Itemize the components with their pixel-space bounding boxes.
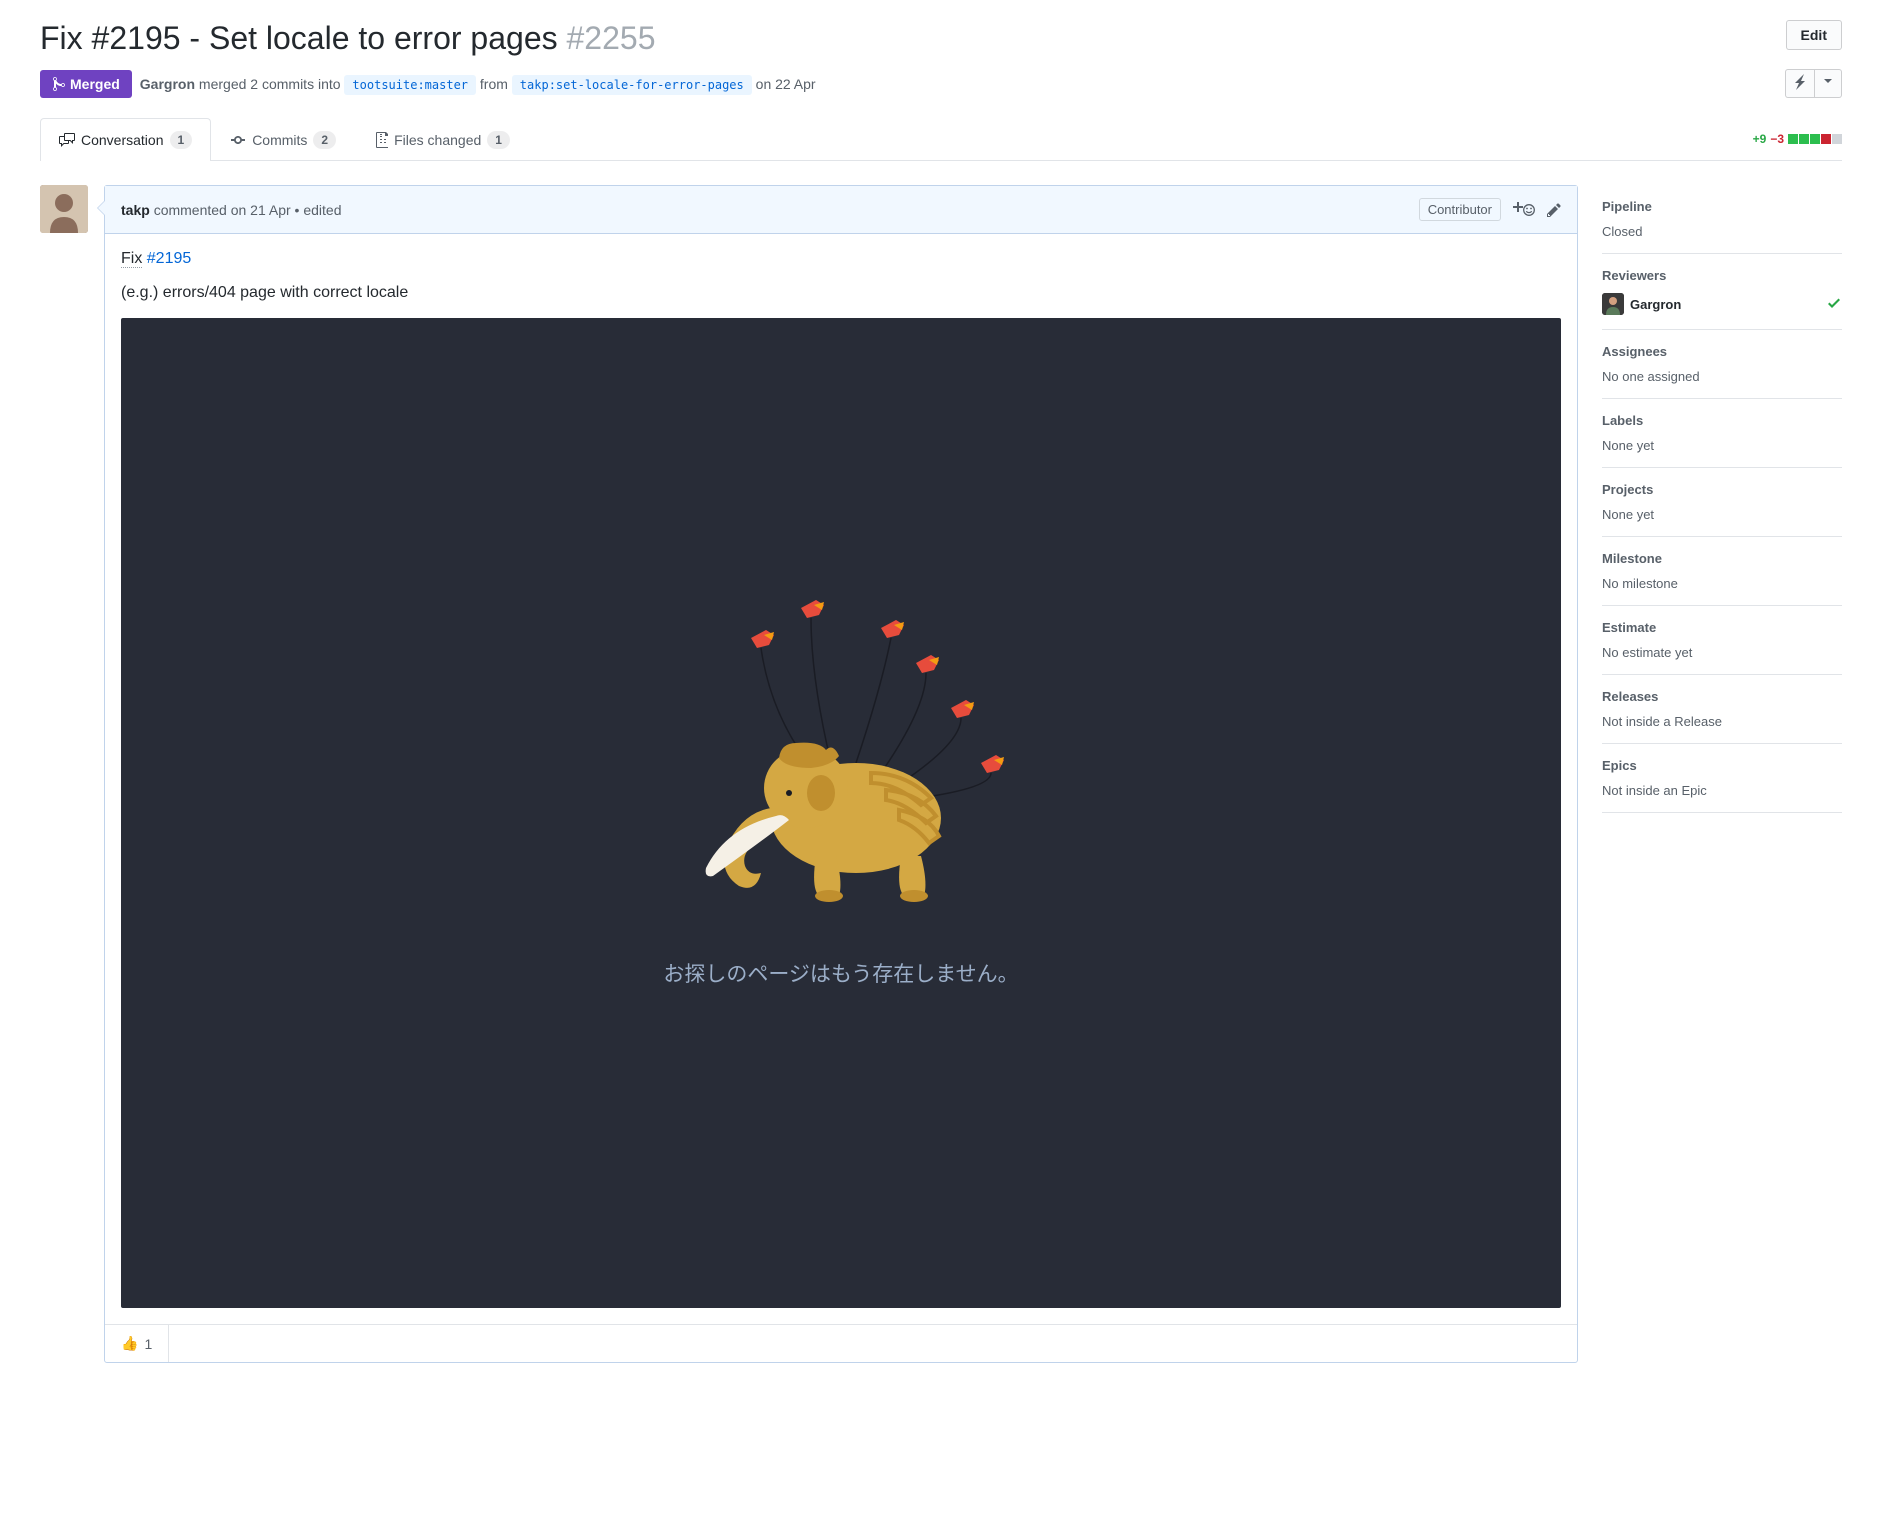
comment-icon — [59, 132, 75, 148]
merge-info: Gargron merged 2 commits into tootsuite:… — [140, 76, 816, 92]
commit-icon — [230, 132, 246, 148]
comment-text-line1: Fix #2195 — [121, 250, 1561, 268]
tab-files[interactable]: Files changed 1 — [355, 118, 529, 161]
pencil-icon — [1547, 202, 1561, 218]
pr-number: #2255 — [567, 20, 656, 56]
diff-blocks — [1788, 134, 1842, 144]
reaction-bar: 👍 1 — [105, 1324, 1577, 1362]
error-message-text: お探しのページはもう存在しません。 — [663, 958, 1018, 988]
sidebar-pipeline[interactable]: Pipeline Closed — [1602, 185, 1842, 254]
commits-count: 2 — [313, 131, 336, 149]
notification-dropdown[interactable] — [1815, 69, 1842, 98]
comment-header: takp commented on 21 Apr • edited Contri… — [105, 186, 1577, 234]
notification-button[interactable] — [1785, 69, 1815, 98]
mastodon-illustration — [671, 598, 1011, 918]
sidebar-epics[interactable]: Epics Not inside an Epic — [1602, 744, 1842, 813]
add-reaction-button[interactable] — [1513, 202, 1535, 218]
state-label: Merged — [70, 76, 120, 92]
contributor-badge: Contributor — [1419, 198, 1501, 221]
tabnav: Conversation 1 Commits 2 Files changed 1… — [40, 118, 1842, 161]
edit-comment-button[interactable] — [1547, 202, 1561, 218]
head-branch[interactable]: takp:set-locale-for-error-pages — [512, 75, 752, 95]
state-badge: Merged — [40, 70, 132, 98]
sidebar-projects[interactable]: Projects None yet — [1602, 468, 1842, 537]
base-branch[interactable]: tootsuite:master — [344, 75, 476, 95]
thumbs-up-icon: 👍 — [121, 1335, 138, 1352]
file-diff-icon — [374, 132, 388, 148]
sidebar-estimate[interactable]: Estimate No estimate yet — [1602, 606, 1842, 675]
comment-author-avatar[interactable] — [40, 185, 88, 233]
pr-title-text: Fix #2195 - Set locale to error pages — [40, 20, 558, 56]
merge-author[interactable]: Gargron — [140, 76, 195, 92]
additions-count: +9 — [1753, 132, 1767, 146]
tab-commits[interactable]: Commits 2 — [211, 118, 355, 161]
sidebar-assignees[interactable]: Assignees No one assigned — [1602, 330, 1842, 399]
merge-icon — [52, 76, 66, 92]
edit-button[interactable]: Edit — [1786, 20, 1842, 50]
thumbs-up-reaction[interactable]: 👍 1 — [105, 1325, 169, 1362]
reviewer-name[interactable]: Gargron — [1630, 297, 1820, 312]
conversation-count: 1 — [170, 131, 193, 149]
error-page-screenshot: お探しのページはもう存在しません。 — [121, 318, 1561, 1308]
comment-body: Fix #2195 (e.g.) errors/404 page with co… — [105, 234, 1577, 1324]
reaction-count: 1 — [144, 1336, 152, 1352]
pr-title: Fix #2195 - Set locale to error pages #2… — [40, 20, 655, 57]
comment-text-line2: (e.g.) errors/404 page with correct loca… — [121, 284, 1561, 302]
issue-link[interactable]: #2195 — [147, 250, 192, 267]
notification-buttons — [1785, 69, 1842, 98]
diffstat[interactable]: +9 −3 — [1753, 132, 1842, 146]
files-count: 1 — [487, 131, 510, 149]
reviewer-avatar[interactable] — [1602, 293, 1624, 315]
sidebar-milestone[interactable]: Milestone No milestone — [1602, 537, 1842, 606]
tab-conversation[interactable]: Conversation 1 — [40, 118, 211, 161]
sidebar: Pipeline Closed Reviewers Gargron Assign… — [1602, 185, 1842, 1363]
plus-smiley-icon — [1513, 202, 1535, 218]
comment-meta: commented on 21 Apr • edited — [154, 202, 342, 218]
sidebar-reviewers[interactable]: Reviewers Gargron — [1602, 254, 1842, 330]
comment-box: takp commented on 21 Apr • edited Contri… — [104, 185, 1578, 1363]
check-icon — [1826, 295, 1842, 314]
sidebar-labels[interactable]: Labels None yet — [1602, 399, 1842, 468]
caret-down-icon — [1824, 74, 1832, 90]
bolt-icon — [1795, 74, 1805, 90]
comment-author[interactable]: takp — [121, 202, 150, 218]
deletions-count: −3 — [1770, 132, 1784, 146]
sidebar-releases[interactable]: Releases Not inside a Release — [1602, 675, 1842, 744]
